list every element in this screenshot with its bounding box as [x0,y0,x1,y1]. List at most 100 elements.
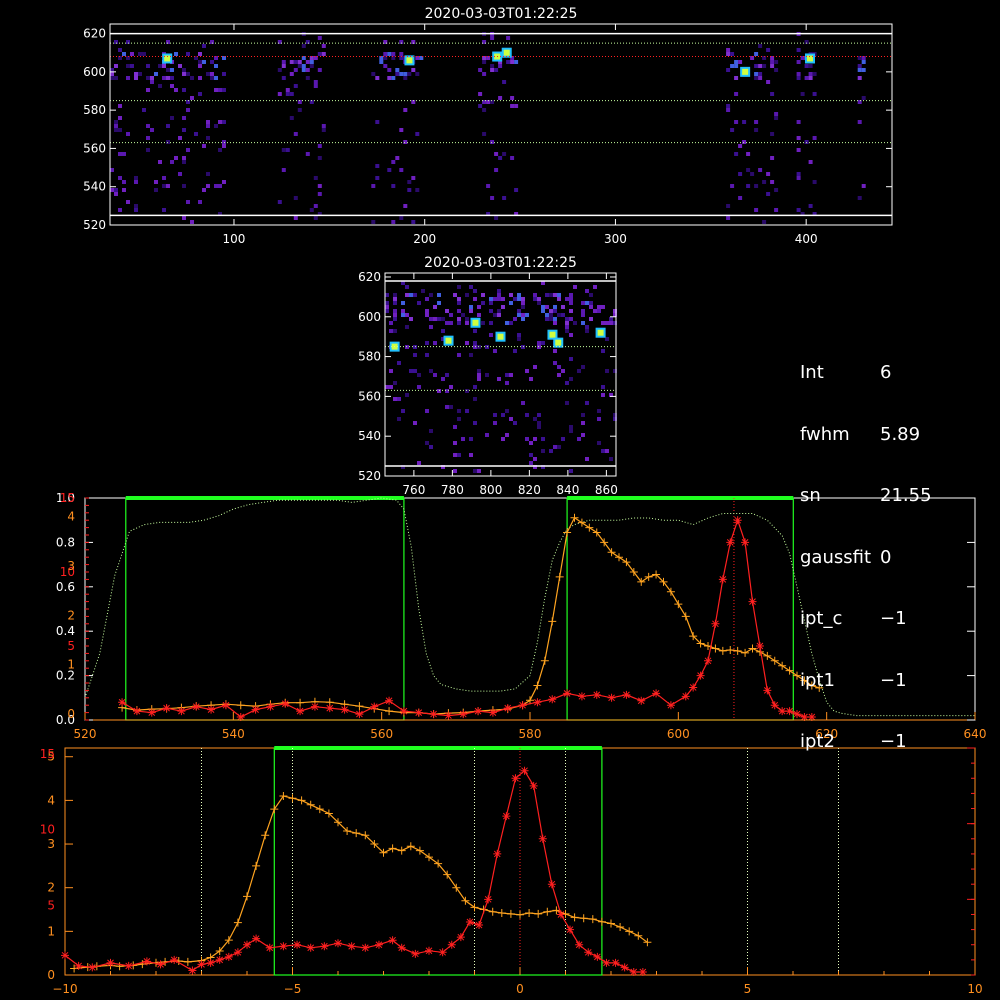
top-image-pixel [206,120,210,124]
zoom-image-pixel [565,321,569,325]
velocity-orange-marker [625,927,634,936]
zoom-image-pixel [605,369,609,373]
zoom-image-pixel [441,377,445,381]
velocity-orange-marker [315,805,324,814]
zoom-image-pixel [549,313,553,317]
zoom-image-hot-pixel [555,339,562,346]
zoom-image-pixel [497,377,501,381]
top-image-pixel [482,132,487,136]
top-image-pixel [399,72,404,76]
velocity-red-marker [611,958,620,967]
top-image-pixel [770,92,775,96]
spectrum-red-marker [132,707,141,716]
velocity-orange-marker [306,800,315,809]
top-image-pixel [305,40,310,44]
zoom-image-pixel [497,309,501,313]
fit-info-panel: Int 6 fwhm 5.89 sn 21.55 gaussfit 0 ipt_c −1 … [800,322,932,773]
velocity-red-marker [215,955,224,964]
zoom-image-pixel [457,321,461,325]
top-image-pixel [857,196,862,200]
top-image-pixel [730,128,735,132]
top-image-pixel [281,168,286,172]
top-image-pixel [766,172,771,176]
top-image-pixel [812,92,817,96]
top-image-pixel [202,44,206,48]
top-image-pixel [317,68,322,72]
top-image-pixel [857,64,862,68]
spectrum-y-tick-label: 0.8 [56,535,75,549]
top-image-pixel [150,128,154,132]
zoom-image-x-tick-label: 760 [402,483,425,497]
top-image-pixel [482,60,487,64]
velocity-red-marker [61,951,69,960]
spectrum-red-marker [548,695,557,704]
velocity-orange-y-tick-label: 0 [47,968,55,982]
top-image-pixel [110,76,114,80]
top-image-pixel [766,192,771,196]
zoom-image-pixel [457,309,461,313]
top-image-pixel [285,88,290,92]
top-image-pixel [142,108,146,112]
top-image-pixel [281,76,286,80]
velocity-orange-marker [297,796,306,805]
top-image-pixel [502,152,507,156]
zoom-image-pixel [557,293,561,297]
zoom-image-pixel [557,297,561,301]
velocity-red-marker [397,943,406,952]
zoom-image-pixel [485,373,489,377]
top-image-pixel [190,220,194,224]
top-image-y-tick-label: 580 [83,103,106,117]
velocity-red-marker [252,934,261,943]
top-image-pixel [206,184,210,188]
zoom-image-pixel [429,293,433,297]
zoom-image-pixel [509,293,513,297]
top-image-pixel [154,180,158,184]
top-image-pixel [186,72,190,76]
top-image-pixel [214,64,218,68]
zoom-image-hot-pixel [497,333,504,340]
zoom-image-pixel [549,449,553,453]
zoom-image-pixel [573,321,577,325]
spectrum-red-marker [310,702,319,711]
zoom-image-pixel [413,293,417,297]
zoom-image-pixel [405,325,409,329]
spectrum-orange-marker [355,702,364,711]
spectrum-red-marker [704,656,712,665]
velocity-red-marker [320,942,329,951]
top-image-pixel [301,68,306,72]
zoom-image-pixel [489,309,493,313]
top-image-pixel [122,180,126,184]
zoom-image-pixel [469,453,473,457]
velocity-red-marker [233,948,242,957]
zoom-image-pixel [601,449,605,453]
top-image-pixel [313,84,318,88]
zoom-image-pixel [545,305,549,309]
top-image-pixel [178,172,182,176]
top-image-pixel [289,72,294,76]
top-image-pixel [134,176,138,180]
zoom-image-pixel [385,305,389,309]
zoom-image-pixel [565,317,569,321]
spectrum-orange-marker [748,644,757,653]
top-image-pixel [114,120,118,124]
top-image-pixel [293,60,298,64]
velocity-orange-marker [233,918,242,927]
zoom-image-pixel [409,293,413,297]
zoom-image-pixel [593,285,597,289]
top-image-pixel [110,188,114,192]
top-image-pixel [754,120,759,124]
zoom-image-pixel [565,325,569,329]
velocity-red-marker [347,942,356,951]
top-image-pixel [395,72,400,76]
zoom-image-pixel [389,369,393,373]
velocity-red-marker [484,895,493,904]
top-image-pixel [134,208,138,212]
info-row-ipt2: ipt2 −1 [800,731,907,752]
zoom-image-pixel [585,289,589,293]
spectrum-red-marker [726,538,735,547]
top-image-pixel [804,140,809,144]
top-image-pixel [305,68,310,72]
velocity-red-marker [447,940,456,949]
spectrum-y-tick-label: 0.4 [56,624,75,638]
zoom-image-hot-pixel [445,337,452,344]
